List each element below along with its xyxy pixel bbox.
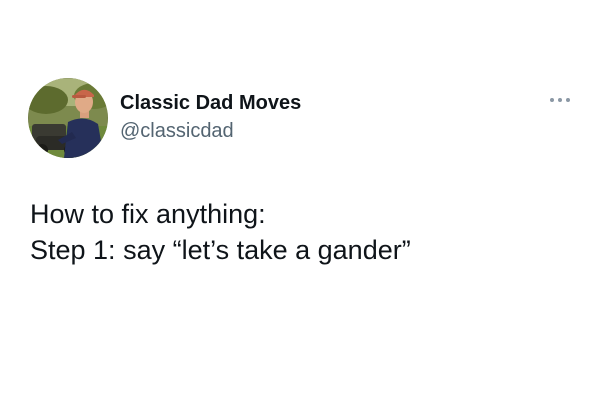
avatar[interactable] [28, 78, 108, 158]
tweet-line: How to fix anything: [30, 199, 266, 229]
author-handle[interactable]: @classicdad [120, 120, 234, 143]
more-dots-icon [550, 98, 570, 102]
author-display-name[interactable]: Classic Dad Moves [120, 92, 301, 115]
more-options-button[interactable] [546, 90, 574, 110]
profile-photo-icon [28, 78, 108, 158]
tweet-line: Step 1: say “let’s take a gander” [30, 235, 411, 265]
tweet-card: Classic Dad Moves @classicdad How to fix… [0, 0, 600, 406]
tweet-text: How to fix anything: Step 1: say “let’s … [30, 196, 580, 268]
